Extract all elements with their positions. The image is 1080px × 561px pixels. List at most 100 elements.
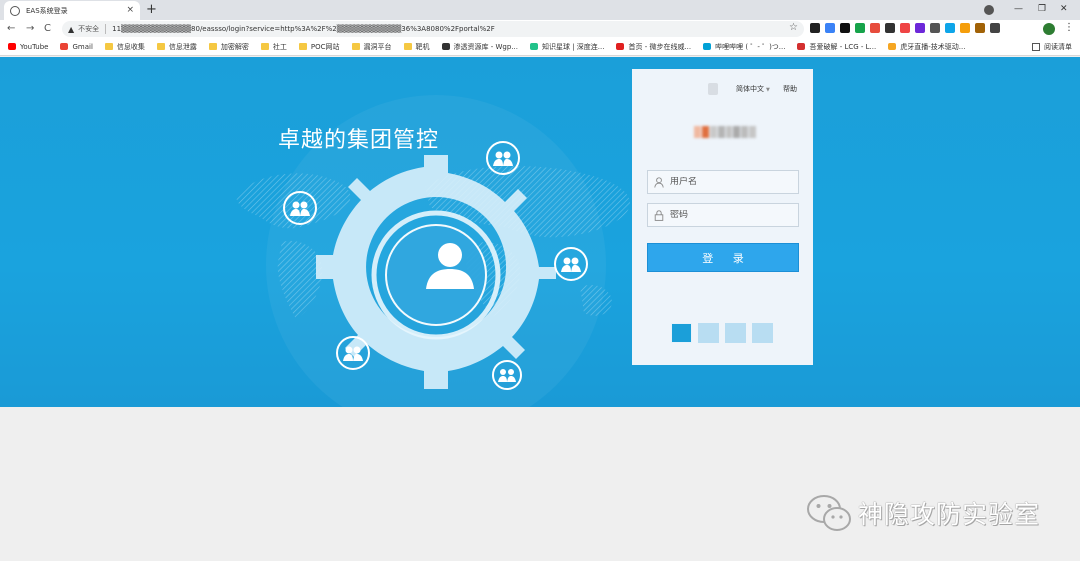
bookmark-item[interactable]: 吾爱破解 - LCG - L... xyxy=(797,42,876,52)
browser-toolbar: ← → C ▲ 不安全 11▒▒▒▒▒▒▒▒▒▒▒▒▒80/eassso/log… xyxy=(0,20,1080,38)
skin-blue-dark[interactable] xyxy=(671,323,692,343)
extension-icon[interactable] xyxy=(840,23,850,33)
bookmark-label: 虎牙直播-技术驱动... xyxy=(900,42,966,51)
bookmark-label: Gmail xyxy=(72,42,93,51)
tab-title: EAS系统登录 xyxy=(26,6,68,15)
pojie-icon xyxy=(797,43,806,50)
extension-icon[interactable] xyxy=(810,23,820,33)
folder-icon xyxy=(403,43,412,50)
bookmark-label: 信息泄露 xyxy=(168,42,197,51)
help-link[interactable]: 帮助 xyxy=(783,84,797,94)
bookmark-item[interactable]: 渗透资源库 - Wgp... xyxy=(441,42,518,52)
language-select[interactable]: 简体中文 ▼ xyxy=(736,84,770,94)
x-icon xyxy=(616,43,625,50)
url-text[interactable]: 11▒▒▒▒▒▒▒▒▒▒▒▒▒80/eassso/login?service=h… xyxy=(112,25,495,33)
bookmark-label: 社工 xyxy=(272,42,287,51)
folder-icon xyxy=(260,43,269,50)
bookmark-label: 首页 - 微步在线威... xyxy=(628,42,692,51)
extension-icon[interactable] xyxy=(915,23,925,33)
reading-list-button[interactable]: 阅读清单 xyxy=(1032,42,1072,52)
reading-list-icon xyxy=(1032,43,1040,51)
bookmark-item[interactable]: 首页 - 微步在线威... xyxy=(616,42,691,52)
forward-button[interactable]: → xyxy=(26,22,34,36)
bookmark-label: 哔哩哔哩 ( ゜- ゜)つ... xyxy=(715,42,786,51)
wechat-icon xyxy=(807,495,851,531)
bookmark-item[interactable]: Gmail xyxy=(60,42,93,51)
login-button[interactable]: 登 录 xyxy=(647,243,799,272)
bookmark-label: YouTube xyxy=(20,42,49,51)
bookmark-star-icon[interactable]: ☆ xyxy=(789,22,798,33)
watermark: 神隐攻防实验室 xyxy=(806,493,1040,533)
extension-icon[interactable] xyxy=(975,23,985,33)
browser-tabstrip: EAS系统登录 × + — ❐ ✕ xyxy=(0,0,1080,20)
gear-accent-blocks xyxy=(430,265,438,273)
bookmark-item[interactable]: POC网站 xyxy=(298,42,340,52)
bookmark-item[interactable]: 哔哩哔哩 ( ゜- ゜)つ... xyxy=(703,42,785,52)
browser-tab-active[interactable]: EAS系统登录 × xyxy=(4,1,140,20)
folder-icon xyxy=(156,43,165,50)
bookmark-item[interactable]: 社工 xyxy=(260,42,287,52)
bookmark-item[interactable]: 信息泄露 xyxy=(156,42,197,52)
warning-icon: ▲ xyxy=(68,24,75,34)
skin-blue-light-3[interactable] xyxy=(752,323,773,343)
bookmark-label: 漏洞平台 xyxy=(363,42,392,51)
bookmark-item[interactable]: YouTube xyxy=(8,43,48,51)
watermark-text: 神隐攻防实验室 xyxy=(858,500,1041,529)
bilibili-icon xyxy=(703,43,712,50)
username-input[interactable] xyxy=(670,177,790,187)
bookmark-item[interactable]: 靶机 xyxy=(403,42,430,52)
extension-icon[interactable] xyxy=(945,23,955,33)
bookmark-label: 信息收集 xyxy=(116,42,145,51)
bookmark-item[interactable]: 漏洞平台 xyxy=(351,42,392,52)
extension-icon[interactable] xyxy=(990,23,1000,33)
hero-slogan: 卓越的集团管控 xyxy=(278,128,440,153)
extension-icon[interactable] xyxy=(870,23,880,33)
blurred-element xyxy=(708,83,718,95)
bookmark-item[interactable]: 信息收集 xyxy=(104,42,145,52)
folder-icon xyxy=(104,43,113,50)
extension-icon[interactable] xyxy=(825,23,835,33)
bookmark-label: POC网站 xyxy=(310,42,340,51)
folder-icon xyxy=(208,43,217,50)
extension-icons xyxy=(810,23,1000,33)
theme-skin-selector xyxy=(671,323,773,343)
bookmark-label: 渗透资源库 - Wgp... xyxy=(453,42,518,51)
skin-blue-light-1[interactable] xyxy=(698,323,719,343)
tab-close-icon[interactable]: × xyxy=(126,6,134,15)
extension-icon[interactable] xyxy=(885,23,895,33)
bookmarks-bar: YouTube Gmail 信息收集 信息泄露 加密解密 社工 POC网站 漏洞平台 靶机 渗透资… xyxy=(0,38,1080,56)
extension-icon[interactable] xyxy=(900,23,910,33)
reload-button[interactable]: C xyxy=(44,22,51,36)
extension-icon[interactable] xyxy=(960,23,970,33)
extension-icon[interactable] xyxy=(855,23,865,33)
login-panel: 简体中文▼ 帮助 登 录 xyxy=(632,69,813,365)
folder-icon xyxy=(351,43,360,50)
bookmark-item[interactable]: 知识星球 | 深度连... xyxy=(530,42,604,52)
bookmark-label: 加密解密 xyxy=(220,42,249,51)
gmail-icon xyxy=(60,43,69,50)
skin-blue-light-2[interactable] xyxy=(725,323,746,343)
lock-icon xyxy=(654,209,664,221)
security-label[interactable]: 不安全 xyxy=(78,24,99,34)
github-icon xyxy=(441,43,450,50)
new-tab-button[interactable]: + xyxy=(146,2,157,18)
chevron-down-icon: ▼ xyxy=(766,87,770,93)
close-window-button[interactable]: ✕ xyxy=(1060,3,1068,15)
youtube-icon xyxy=(8,43,16,50)
profile-avatar[interactable] xyxy=(1043,23,1055,35)
planet-icon xyxy=(530,43,538,50)
folder-icon xyxy=(298,43,307,50)
bookmark-item[interactable]: 虎牙直播-技术驱动... xyxy=(888,42,965,52)
browser-menu-icon[interactable]: ⋮ xyxy=(1064,22,1074,34)
password-input[interactable] xyxy=(670,210,790,220)
bookmark-item[interactable]: 加密解密 xyxy=(208,42,249,52)
address-bar[interactable]: ▲ 不安全 11▒▒▒▒▒▒▒▒▒▒▒▒▒80/eassso/login?ser… xyxy=(62,21,804,37)
extension-icon[interactable] xyxy=(930,23,940,33)
record-icon[interactable] xyxy=(984,5,994,15)
bookmark-label: 吾爱破解 - LCG - L... xyxy=(809,42,877,51)
bookmark-label: 靶机 xyxy=(415,42,430,51)
maximize-button[interactable]: ❐ xyxy=(1038,3,1046,15)
language-select-label: 简体中文 xyxy=(736,85,764,93)
minimize-button[interactable]: — xyxy=(1014,3,1023,15)
back-button[interactable]: ← xyxy=(7,22,15,36)
